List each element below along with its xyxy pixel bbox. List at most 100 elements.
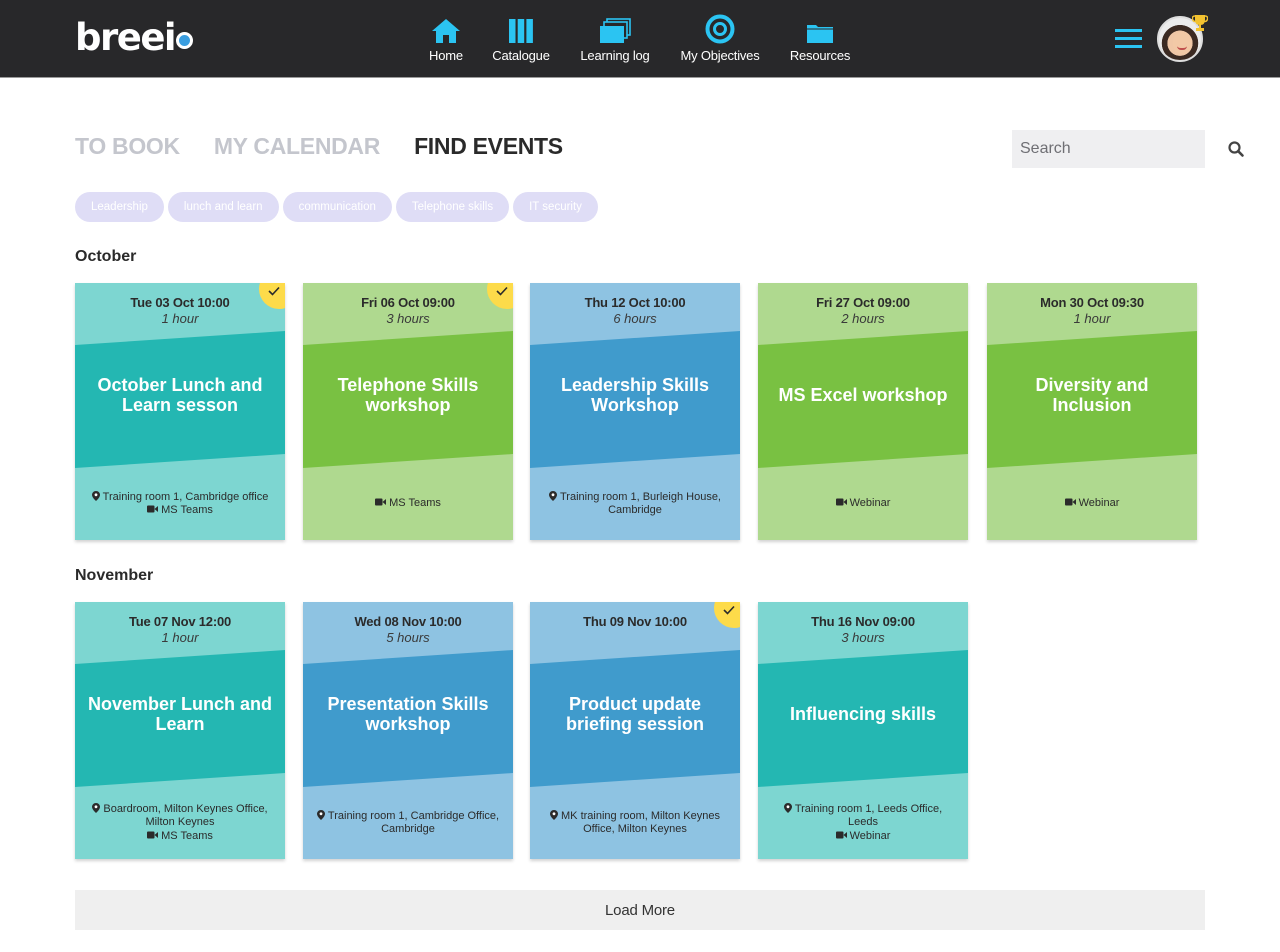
event-online-platform: MS Teams [389, 497, 441, 510]
event-info: Webinar [768, 468, 958, 540]
search-input[interactable] [1020, 140, 1227, 158]
event-online-row: MS Teams [147, 830, 213, 844]
event-info: Training room 1, Cambridge office MS Team… [85, 468, 275, 540]
event-online-row: MS Teams [147, 504, 213, 518]
event-online-platform: MS Teams [161, 504, 213, 516]
event-card[interactable]: Wed 08 Nov 10:00 5 hours Presentation Skil… [303, 602, 513, 859]
event-card[interactable]: Fri 27 Oct 09:00 2 hours MS Excel workshop… [758, 283, 968, 540]
event-duration: 3 hours [841, 630, 885, 645]
home-icon [431, 14, 461, 44]
main-nav: Home Catalogue Learning log My Objective… [0, 14, 1280, 66]
location-pin-icon [548, 490, 557, 501]
event-location: Training room 1, Burleigh House, Cambrid… [559, 490, 721, 517]
card-when: Fri 06 Oct 09:00 3 hours [303, 295, 513, 326]
event-location: Boardroom, Milton Keynes Office, Milton … [103, 802, 268, 829]
nav-resources[interactable]: Resources [785, 14, 855, 63]
learning-log-icon [599, 14, 631, 44]
nav-my-objectives-label: My Objectives [680, 48, 760, 63]
event-date: Tue 03 Oct 10:00 [130, 295, 230, 310]
video-camera-icon [147, 830, 159, 839]
event-online-row: Webinar [835, 830, 890, 844]
event-online-platform: Webinar [1078, 497, 1120, 510]
event-card[interactable]: Fri 06 Oct 09:00 3 hours Telephone Skills … [303, 283, 513, 540]
nav-home-label: Home [429, 48, 463, 63]
event-info: Training room 1, Burleigh House, Cambrid… [540, 468, 730, 540]
tab-to-book[interactable]: TO BOOK [75, 133, 180, 163]
event-info: Webinar [997, 468, 1187, 540]
event-title: Telephone Skills workshop [337, 374, 479, 415]
month-heading-november: November [75, 567, 154, 584]
checkmark-icon [723, 605, 735, 615]
checkmark-icon [496, 286, 508, 296]
event-online-platform: Webinar [849, 497, 891, 510]
tab-find-events[interactable]: FIND EVENTS [414, 133, 563, 163]
location-pin-icon [91, 490, 100, 501]
card-when: Wed 08 Nov 10:00 5 hours [303, 614, 513, 645]
event-info: Boardroom, Milton Keynes Office, Milton … [85, 787, 275, 859]
tab-my-calendar[interactable]: MY CALENDAR [214, 133, 381, 163]
card-when: Thu 09 Nov 10:00 [530, 614, 740, 629]
event-location: Training room 1, Leeds Office, Leeds [794, 802, 943, 829]
nav-learning-log-label: Learning log [580, 48, 650, 63]
hamburger-menu-icon[interactable] [1115, 29, 1142, 49]
tag-filter[interactable]: IT security [513, 192, 598, 222]
card-when: Tue 07 Nov 12:00 1 hour [75, 614, 285, 645]
nav-catalogue[interactable]: Catalogue [487, 14, 555, 63]
event-location-row: Training room 1, Cambridge Office, Cambr… [313, 809, 503, 837]
nav-home[interactable]: Home [426, 14, 466, 63]
event-duration: 6 hours [613, 311, 657, 326]
event-card[interactable]: Tue 07 Nov 12:00 1 hour November Lunch and… [75, 602, 285, 859]
event-duration: 5 hours [386, 630, 430, 645]
event-title: Presentation Skills workshop [327, 693, 489, 734]
tag-filters: Leadership lunch and learn communication… [75, 192, 598, 222]
nav-learning-log[interactable]: Learning log [575, 14, 655, 63]
event-date: Thu 12 Oct 10:00 [584, 295, 686, 310]
location-pin-icon [550, 809, 559, 820]
event-info: MS Teams [313, 468, 503, 540]
event-date: Mon 30 Oct 09:30 [1040, 295, 1144, 310]
event-info: Training room 1, Leeds Office, Leeds Webi… [768, 787, 958, 859]
event-duration: 1 hour [161, 630, 199, 645]
card-when: Tue 03 Oct 10:00 1 hour [75, 295, 285, 326]
event-title: Product update briefing session [565, 693, 705, 734]
event-card[interactable]: Thu 16 Nov 09:00 3 hours Influencing skill… [758, 602, 968, 859]
event-card[interactable]: Tue 03 Oct 10:00 1 hour October Lunch and … [75, 283, 285, 540]
event-duration: 1 hour [1073, 311, 1111, 326]
card-when: Mon 30 Oct 09:30 1 hour [987, 295, 1197, 326]
location-pin-icon [92, 802, 101, 813]
nav-my-objectives[interactable]: My Objectives [675, 14, 765, 63]
event-location: Training room 1, Cambridge office [102, 490, 269, 503]
video-camera-icon [835, 830, 847, 839]
event-date: Thu 09 Nov 10:00 [583, 614, 687, 629]
event-date: Fri 27 Oct 09:00 [816, 295, 910, 310]
event-info: MK training room, Milton Keynes Office, … [540, 787, 730, 859]
event-online-platform: MS Teams [161, 829, 213, 842]
nav-catalogue-label: Catalogue [492, 48, 550, 63]
tag-filter[interactable]: Leadership [75, 192, 164, 222]
event-title: Diversity and Inclusion [1035, 374, 1149, 415]
event-location-row: Training room 1, Cambridge office [91, 490, 269, 505]
event-location-row: Training room 1, Leeds Office, Leeds [768, 802, 958, 830]
event-date: Fri 06 Oct 09:00 [361, 295, 455, 310]
folder-icon [806, 14, 834, 44]
event-title: Leadership Skills Workshop [560, 374, 710, 415]
event-card[interactable]: Thu 12 Oct 10:00 6 hours Leadership Skills… [530, 283, 740, 540]
video-camera-icon [147, 504, 159, 513]
location-pin-icon [316, 809, 325, 820]
event-card[interactable]: Thu 09 Nov 10:00 Product update briefing … [530, 602, 740, 859]
trophy-icon [1191, 14, 1209, 32]
top-navigation-bar: breei Home Catalogue Learning log My Obj… [0, 0, 1280, 78]
month-heading-october: October [75, 248, 137, 265]
event-date: Thu 16 Nov 09:00 [811, 614, 915, 629]
event-duration: 1 hour [161, 311, 199, 326]
event-duration: 2 hours [841, 311, 885, 326]
search-icon[interactable] [1227, 140, 1245, 158]
video-camera-icon [1064, 497, 1076, 506]
tag-filter[interactable]: lunch and learn [167, 192, 279, 222]
load-more-button[interactable]: Load More [75, 890, 1205, 930]
tag-filter[interactable]: Telephone skills [395, 192, 510, 222]
event-online-row: Webinar [1064, 497, 1120, 511]
event-date: Wed 08 Nov 10:00 [354, 614, 462, 629]
tag-filter[interactable]: communication [282, 192, 392, 222]
event-card[interactable]: Mon 30 Oct 09:30 1 hour Diversity and Incl… [987, 283, 1197, 540]
